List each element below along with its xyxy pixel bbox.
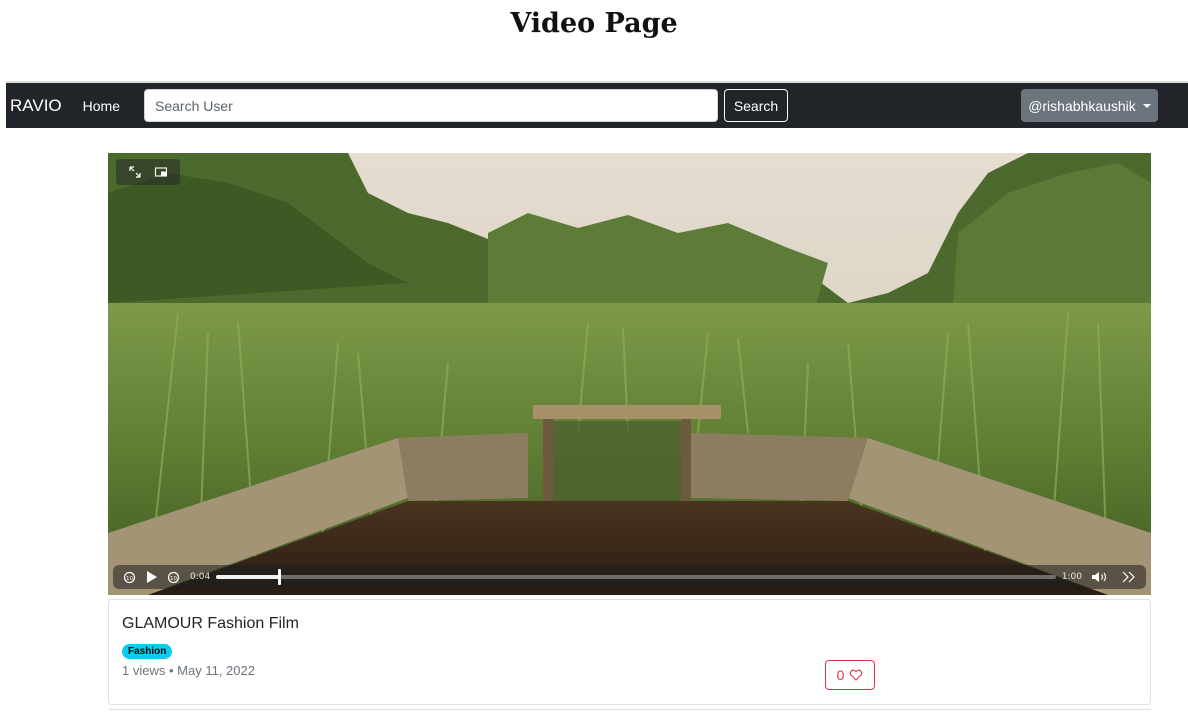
svg-text:10: 10 <box>126 576 133 582</box>
search-button[interactable]: Search <box>724 89 788 122</box>
navbar: RAVIO Home Search @rishabhkaushik <box>6 81 1188 128</box>
progress-bar[interactable] <box>216 569 1056 585</box>
view-count: 1 views <box>122 663 166 678</box>
video-meta: 1 views • May 11, 2022 <box>122 663 255 678</box>
caret-down-icon <box>1142 103 1151 108</box>
play-icon[interactable] <box>146 571 157 583</box>
meta-separator: • <box>168 663 174 678</box>
nav-home-link[interactable]: Home <box>83 98 120 114</box>
volume-icon[interactable] <box>1092 571 1110 583</box>
double-chevron-right-icon[interactable] <box>1122 571 1136 583</box>
heart-icon <box>849 669 863 681</box>
video-player[interactable]: 10 10 0:04 1:00 <box>108 153 1151 595</box>
video-info-card: GLAMOUR Fashion Film Fashion 1 views • M… <box>108 599 1151 705</box>
like-count: 0 <box>836 667 845 683</box>
next-card-edge <box>108 709 1151 714</box>
video-control-bar: 10 10 0:04 1:00 <box>113 565 1146 589</box>
video-title: GLAMOUR Fashion Film <box>122 615 299 632</box>
like-button[interactable]: 0 <box>825 660 875 690</box>
progress-fill <box>216 575 280 579</box>
forward-10-icon[interactable]: 10 <box>167 571 180 584</box>
expand-arrows-icon[interactable] <box>128 165 142 179</box>
top-controls <box>116 159 180 185</box>
upload-date: May 11, 2022 <box>177 663 255 678</box>
search-input[interactable] <box>144 89 718 122</box>
category-badge[interactable]: Fashion <box>122 644 173 659</box>
progress-handle[interactable] <box>278 569 282 585</box>
video-frame <box>108 153 1151 595</box>
brand-logo[interactable]: RAVIO <box>10 96 62 116</box>
current-time: 0:04 <box>190 572 211 582</box>
user-menu-label: @rishabhkaushik <box>1028 97 1136 114</box>
page-title: Video Page <box>510 8 678 39</box>
rewind-10-icon[interactable]: 10 <box>123 571 136 584</box>
user-menu-dropdown[interactable]: @rishabhkaushik <box>1021 89 1158 122</box>
duration-time: 1:00 <box>1061 572 1082 582</box>
svg-text:10: 10 <box>170 576 177 582</box>
picture-in-picture-icon[interactable] <box>154 165 168 179</box>
